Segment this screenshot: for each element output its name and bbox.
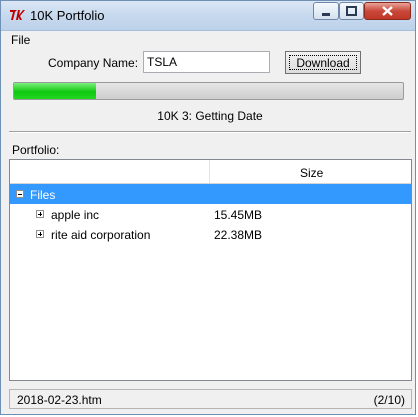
tree-row-size: 22.38MB: [214, 228, 263, 242]
status-file-name: 2018-02-23.htm: [17, 393, 102, 407]
maximize-icon: [346, 6, 357, 16]
progress-fill: [14, 83, 96, 99]
status-bar: 2018-02-23.htm (2/10): [9, 389, 412, 409]
download-button[interactable]: Download: [285, 51, 361, 74]
window-title: 10K Portfolio: [30, 8, 105, 23]
portfolio-label: Portfolio:: [12, 143, 60, 157]
title-bar[interactable]: 10K Portfolio: [1, 1, 415, 31]
status-message: 10K 3: Getting Date: [157, 109, 263, 123]
menu-file[interactable]: File: [11, 33, 30, 47]
minimize-button[interactable]: [313, 2, 339, 20]
close-button[interactable]: [364, 2, 411, 20]
collapse-toggle-icon[interactable]: [16, 190, 24, 198]
company-name-input[interactable]: [143, 51, 270, 73]
app-window: 10K Portfolio File Company Name: Downloa…: [0, 0, 416, 415]
tree-row-label: Files: [30, 188, 56, 202]
expand-toggle-icon[interactable]: [36, 230, 44, 238]
column-divider[interactable]: [209, 160, 210, 183]
column-header-size[interactable]: Size: [300, 166, 323, 180]
expand-toggle-icon[interactable]: [36, 210, 44, 218]
close-icon: [382, 6, 393, 16]
tree-row-label: apple inc: [51, 208, 100, 222]
tree-row-label: rite aid corporation: [51, 228, 151, 242]
tk-feather-icon: [10, 10, 25, 20]
tree-header: Size: [10, 160, 411, 184]
tree-row-size: 15.45MB: [214, 208, 263, 222]
minimize-icon: [322, 13, 330, 16]
separator: [9, 131, 411, 133]
download-progress-bar: [13, 82, 404, 100]
menu-bar: File: [1, 31, 415, 48]
company-name-label: Company Name:: [48, 56, 139, 70]
maximize-button[interactable]: [339, 2, 364, 20]
tree-row-company[interactable]: apple inc 15.45MB: [10, 204, 411, 224]
portfolio-tree[interactable]: Size Files apple inc 15.45MB rite aid co…: [9, 159, 412, 381]
tree-row-company[interactable]: rite aid corporation 22.38MB: [10, 224, 411, 244]
status-position: (2/10): [373, 393, 405, 407]
download-button-label: Download: [296, 55, 350, 70]
tree-row-files[interactable]: Files: [10, 184, 411, 204]
